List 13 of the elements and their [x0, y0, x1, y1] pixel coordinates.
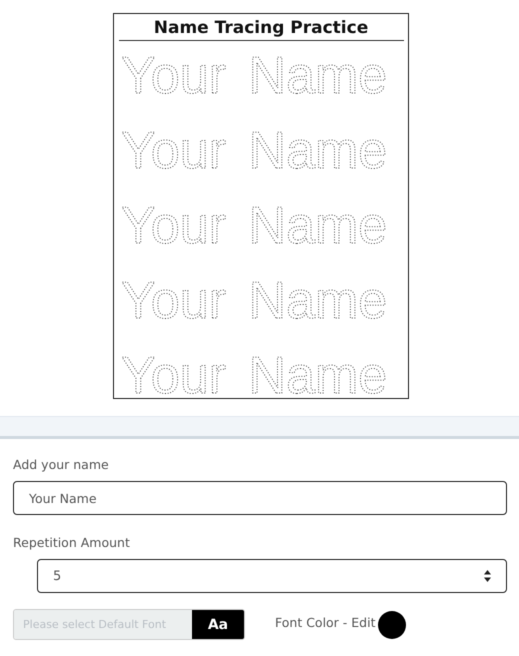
sort-icon	[484, 570, 491, 582]
tracing-text: Your Name	[121, 272, 388, 330]
name-input[interactable]: Your Name	[13, 481, 507, 515]
worksheet-title: Name Tracing Practice	[154, 18, 368, 38]
color-swatch[interactable]	[378, 610, 406, 638]
tracing-text: Your Name	[121, 197, 388, 255]
field-label: Add your name	[13, 457, 110, 472]
field-label: Repetition Amount	[13, 535, 131, 550]
tracing-text: Your Name	[121, 47, 388, 105]
tracing-text: Your Name	[121, 122, 388, 180]
repetition-select[interactable]: 5	[37, 559, 507, 593]
tracing-text: Your Name	[121, 347, 388, 399]
font-color-label: Font Color - Edit	[275, 614, 376, 630]
